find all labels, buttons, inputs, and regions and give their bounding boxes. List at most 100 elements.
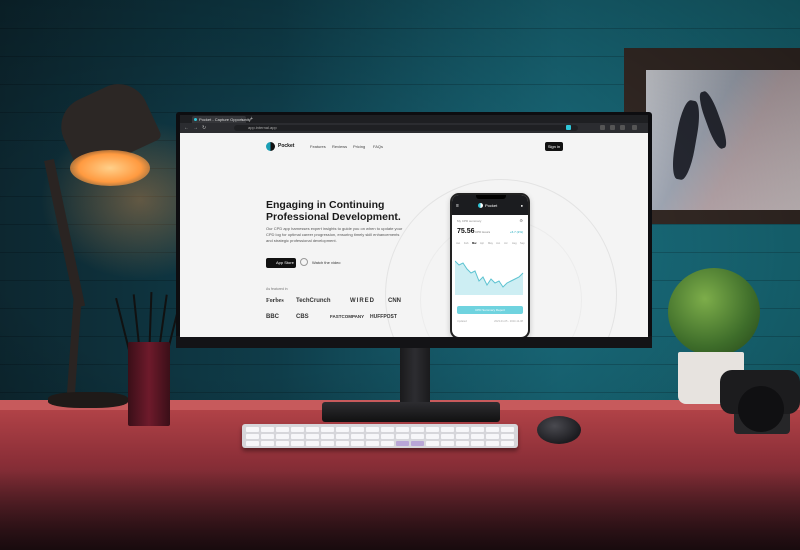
keyboard-key [261, 441, 274, 446]
report-button[interactable]: CPD Summary Report [457, 306, 523, 314]
press-logo-forbes: Forbes [266, 298, 284, 304]
monitor-stand-base [322, 402, 500, 422]
footer-left-text: Updated [457, 320, 467, 323]
cpd-delta: +6.7 (2%) [509, 230, 523, 234]
address-bar[interactable]: app.internal.app [234, 125, 578, 131]
tab-favicon-icon [194, 118, 197, 121]
keyboard-key [456, 441, 469, 446]
browser-toolbar: ← → ↻ app.internal.app [180, 123, 648, 133]
tab-close-icon[interactable]: × [242, 116, 244, 123]
keyboard-key [366, 434, 379, 439]
profile-icon[interactable] [610, 125, 615, 130]
cpd-unit: CPD Hours [475, 230, 491, 234]
gear-icon[interactable]: ⚙ [519, 218, 523, 224]
featured-label: As featured in [266, 287, 288, 291]
keyboard-key [456, 427, 469, 432]
month-tab[interactable]: Jul [504, 241, 507, 247]
month-tab[interactable]: May [488, 241, 493, 247]
month-tab[interactable]: Feb [464, 241, 468, 247]
appstore-button[interactable]: App Store [266, 258, 296, 268]
new-tab-button[interactable]: + [250, 115, 253, 123]
keyboard-key [381, 434, 394, 439]
keyboard-key [411, 434, 424, 439]
keyboard-key [351, 427, 364, 432]
extension-icon[interactable] [566, 125, 571, 130]
keyboard-key [426, 427, 439, 432]
keyboard-key [336, 434, 349, 439]
menu-icon[interactable] [632, 125, 637, 130]
hamburger-icon[interactable]: ≡ [456, 203, 459, 209]
keyboard-key [486, 434, 499, 439]
nav-pricing[interactable]: Pricing [353, 143, 365, 151]
keyboard-key [276, 427, 289, 432]
plant-foliage [668, 268, 760, 356]
desk-scene: Pocket - Capture Opportunity × + ← → ↻ a… [0, 0, 800, 550]
keyboard-key [396, 441, 409, 446]
phone-logo-icon [478, 203, 483, 208]
brand-name[interactable]: Pocket [278, 142, 294, 151]
keyboard-key [441, 434, 454, 439]
press-logo-techcrunch: TechCrunch [296, 298, 331, 304]
month-tab[interactable]: Jan [456, 241, 460, 247]
monitor-chin [176, 336, 652, 348]
phone-footer: Updated 2023-01-05 - 2023-12-08 [457, 319, 523, 324]
cpd-value: 75.56 [457, 228, 475, 235]
month-tab[interactable]: Aug [512, 241, 517, 247]
phone-brand: Pocket [485, 203, 498, 208]
watch-video-link[interactable]: Watch the video [300, 257, 341, 268]
keyboard-key [486, 441, 499, 446]
keyboard-key [321, 441, 334, 446]
month-tab[interactable]: Mar [472, 241, 477, 247]
forward-icon[interactable]: → [193, 124, 198, 132]
back-icon[interactable]: ← [184, 124, 189, 132]
nav-reviews[interactable]: Reviews [332, 143, 347, 151]
phone-mockup: ≡ Pocket ● My CPD summary ⚙ 75.56 CPD Ho… [450, 193, 530, 337]
browser-tab-bar: Pocket - Capture Opportunity × + [180, 115, 648, 123]
summary-label: My CPD summary [457, 219, 482, 223]
keyboard-key [366, 427, 379, 432]
keyboard-key [351, 434, 364, 439]
month-tab[interactable]: Sep [520, 241, 525, 247]
keyboard [242, 424, 518, 448]
keyboard-key [291, 434, 304, 439]
keyboard-key [471, 427, 484, 432]
browser-tab[interactable]: Pocket - Capture Opportunity × [192, 116, 251, 123]
keyboard-key [411, 427, 424, 432]
press-logo-cnn: CNN [388, 298, 401, 304]
lamp-bulb-glow [70, 150, 150, 186]
nav-faqs[interactable]: FAQs [373, 143, 383, 151]
settings-icon[interactable] [620, 125, 625, 130]
user-icon[interactable]: ● [521, 203, 523, 209]
nav-features[interactable]: Features [310, 143, 326, 151]
play-icon [300, 257, 308, 266]
month-tab[interactable]: Apr [480, 241, 484, 247]
keyboard-key [246, 427, 259, 432]
monitor-screen: Pocket - Capture Opportunity × + ← → ↻ a… [180, 115, 648, 337]
appstore-label: App Store [276, 260, 294, 265]
phone-notch [476, 195, 506, 199]
press-logo-fastcompany: FASTCOMPANY [330, 314, 365, 319]
reload-icon[interactable]: ↻ [202, 124, 206, 132]
lamp-base [48, 392, 128, 408]
downloads-icon[interactable] [600, 125, 605, 130]
keyboard-key [291, 441, 304, 446]
signin-button[interactable]: Sign in [545, 142, 563, 151]
camera-lens [738, 386, 784, 432]
keyboard-key [471, 434, 484, 439]
keyboard-key [351, 441, 364, 446]
keyboard-key [246, 441, 259, 446]
press-logo-huffpost: HUFFPOST [370, 314, 397, 320]
keyboard-key [261, 434, 274, 439]
keyboard-key [366, 441, 379, 446]
keyboard-key [336, 441, 349, 446]
keyboard-key [336, 427, 349, 432]
press-logo-bbc: BBC [266, 314, 279, 320]
keyboard-key [501, 434, 514, 439]
month-tab[interactable]: Jun [496, 241, 500, 247]
keyboard-key [306, 441, 319, 446]
keyboard-key [471, 441, 484, 446]
computer-mouse [537, 416, 581, 444]
brand-logo-icon[interactable] [266, 142, 275, 151]
keyboard-key [501, 441, 514, 446]
keyboard-key [291, 427, 304, 432]
